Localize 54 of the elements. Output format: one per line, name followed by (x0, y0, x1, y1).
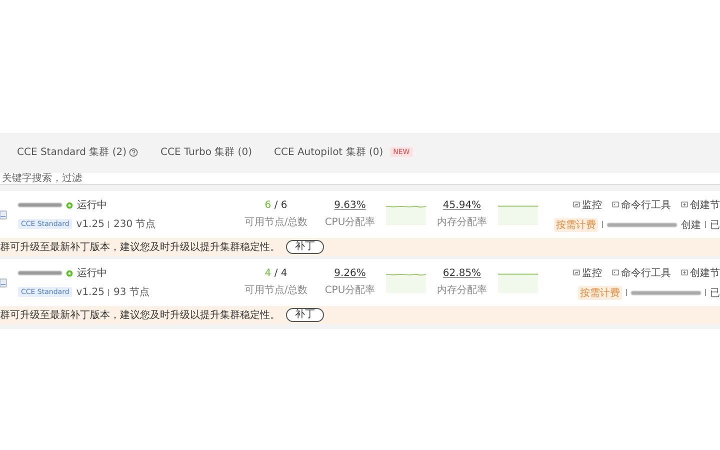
version-text: v1.25 (76, 286, 104, 298)
action-link[interactable]: 监控 (573, 198, 602, 212)
node-availability: 6 / 6 (264, 200, 288, 211)
terminal-icon (612, 269, 619, 276)
redacted-text (607, 222, 677, 226)
action-link[interactable]: 创建节 (681, 198, 720, 212)
notice-text: 群可升级至最新补丁版本，建议您及时升级以提升集群稳定性。 (0, 240, 280, 254)
cpu-value: 9.63% (334, 200, 366, 211)
status-check-icon (66, 202, 73, 208)
memory-value: 62.85% (442, 268, 482, 279)
extra-text: 已 (710, 286, 720, 300)
cluster-icon (0, 208, 8, 220)
redacted-text (631, 290, 701, 294)
version-text: v1.25 (76, 218, 104, 230)
created-text: 创建 (681, 218, 701, 232)
add-node-icon (681, 269, 688, 276)
cpu-label: CPU分配率 (324, 284, 376, 297)
cluster-icon (0, 276, 8, 288)
billing-tag: 按需计费 (578, 286, 622, 300)
action-link[interactable]: 命令行工具 (612, 266, 671, 280)
cpu-label: CPU分配率 (324, 216, 376, 229)
action-link[interactable]: 命令行工具 (612, 198, 671, 212)
terminal-icon (612, 201, 619, 208)
nodes-label: 可用节点/总数 (244, 216, 308, 229)
billing-tag: 按需计费 (554, 218, 598, 232)
cpu-sparkline (386, 204, 426, 224)
memory-value: 45.94% (442, 200, 482, 211)
memory-sparkline (498, 204, 538, 224)
cluster-tab[interactable]: CCE Standard 集群 (2) (17, 141, 138, 165)
node-count: 230 节点 (113, 218, 156, 231)
cpu-sparkline (386, 272, 426, 292)
help-icon[interactable] (129, 148, 138, 156)
cpu-value: 9.26% (334, 268, 366, 279)
memory-label: 内存分配率 (437, 216, 487, 229)
patch-button[interactable]: 补丁 (286, 240, 324, 254)
status-text: 运行中 (77, 266, 107, 280)
status-text: 运行中 (77, 198, 107, 212)
patch-button[interactable]: 补丁 (286, 308, 324, 322)
action-link[interactable]: 创建节 (681, 266, 720, 280)
node-count: 93 节点 (113, 286, 150, 299)
memory-label: 内存分配率 (437, 284, 487, 297)
add-node-icon (681, 201, 688, 208)
redacted-name (18, 271, 62, 275)
memory-sparkline (498, 272, 538, 292)
cluster-tab[interactable]: CCE Turbo 集群 (0) (160, 141, 252, 165)
node-availability: 4 / 4 (264, 268, 288, 279)
nodes-label: 可用节点/总数 (244, 284, 308, 297)
status-check-icon (66, 270, 73, 276)
extra-text: 已 (710, 218, 720, 232)
monitor-icon (573, 269, 580, 276)
redacted-name (18, 203, 62, 207)
notice-text: 群可升级至最新补丁版本，建议您及时升级以提升集群稳定性。 (0, 308, 280, 322)
monitor-icon (573, 201, 580, 208)
action-link[interactable]: 监控 (573, 266, 602, 280)
